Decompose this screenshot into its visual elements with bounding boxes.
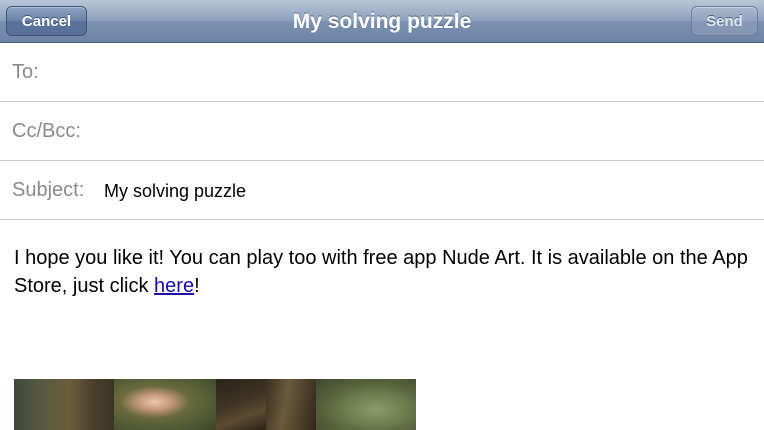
to-label: To: (12, 61, 39, 83)
puzzle-tile (216, 379, 266, 430)
cc-bcc-label: Cc/Bcc: (12, 120, 81, 142)
navigation-bar: Cancel My solving puzzle Send (0, 0, 764, 43)
puzzle-tile (114, 379, 216, 430)
cc-bcc-field[interactable]: Cc/Bcc: (0, 102, 764, 161)
subject-field[interactable]: Subject: My solving puzzle (0, 161, 764, 220)
puzzle-tile (266, 379, 316, 430)
puzzle-tile (316, 379, 416, 430)
message-text: I hope you like it! You can play too wit… (14, 247, 748, 297)
message-text-end: ! (194, 275, 200, 297)
here-link[interactable]: here (154, 275, 194, 297)
page-title: My solving puzzle (292, 10, 472, 33)
send-button[interactable]: Send (691, 6, 758, 36)
puzzle-tile (14, 379, 114, 430)
puzzle-image-attachment (14, 379, 416, 430)
message-body[interactable]: I hope you like it! You can play too wit… (14, 244, 754, 300)
subject-value[interactable]: My solving puzzle (104, 161, 246, 221)
subject-label: Subject: (12, 179, 85, 201)
to-field[interactable]: To: (0, 43, 764, 102)
